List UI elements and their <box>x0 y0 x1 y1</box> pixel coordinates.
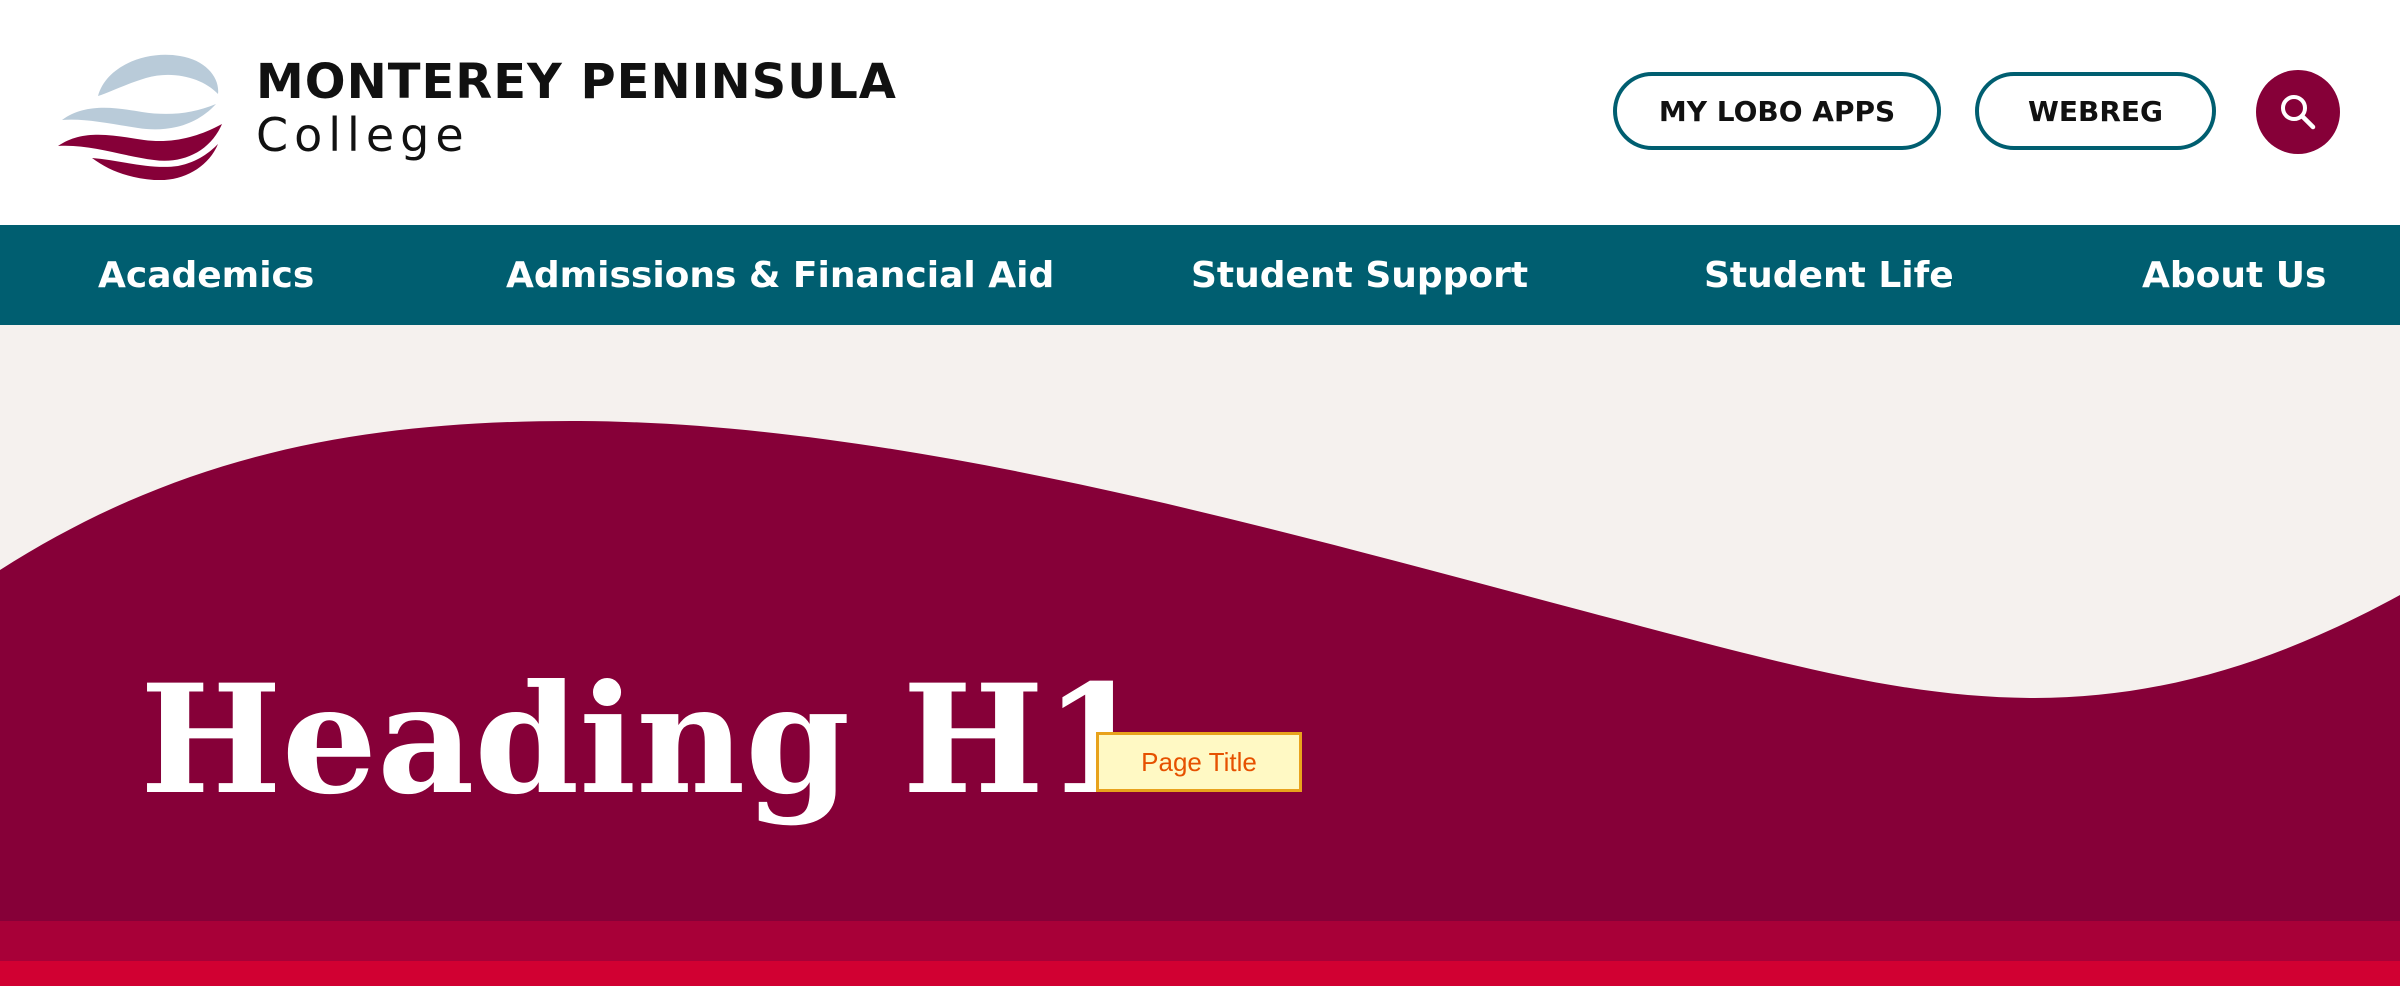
college-name: MONTEREY PENINSULA <box>256 54 897 110</box>
my-lobo-apps-button[interactable]: MY LOBO APPS <box>1613 72 1941 150</box>
page-heading: Heading H1 <box>140 652 1149 828</box>
hero-banner: Heading H1 Page Title <box>0 325 2400 986</box>
nav-item-student-life[interactable]: Student Life <box>1704 225 1954 325</box>
logo-wave-icon <box>58 54 222 180</box>
hero-stripe-dark <box>0 921 2400 961</box>
search-button[interactable] <box>2256 70 2340 154</box>
college-logo[interactable]: MONTEREY PENINSULA College <box>58 48 896 183</box>
main-navigation: Academics Admissions & Financial Aid Stu… <box>0 225 2400 325</box>
nav-item-admissions-financial-aid[interactable]: Admissions & Financial Aid <box>506 225 1054 325</box>
nav-item-about-us[interactable]: About Us <box>2142 225 2326 325</box>
nav-item-academics[interactable]: Academics <box>98 225 314 325</box>
webreg-button[interactable]: WEBREG <box>1975 72 2216 150</box>
hero-stripe-bright <box>0 961 2400 986</box>
college-subname: College <box>256 108 470 162</box>
nav-item-student-support[interactable]: Student Support <box>1191 225 1528 325</box>
site-header: MONTEREY PENINSULA College MY LOBO APPS … <box>0 0 2400 225</box>
search-icon <box>2281 95 2316 130</box>
page-title-tag: Page Title <box>1096 732 1302 792</box>
